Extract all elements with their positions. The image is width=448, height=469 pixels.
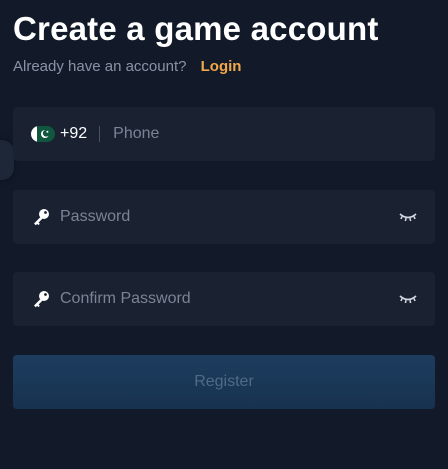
confirm-password-input[interactable] — [60, 290, 399, 308]
page-title: Create a game account — [13, 10, 379, 47]
key-icon — [34, 209, 49, 226]
login-prompt-text: Already have an account? — [13, 58, 187, 75]
phone-input[interactable] — [113, 125, 417, 143]
phone-divider — [99, 126, 101, 142]
key-icon — [34, 291, 49, 308]
pakistan-flag-icon[interactable] — [31, 126, 55, 142]
password-input[interactable] — [60, 208, 399, 226]
confirm-password-field[interactable] — [13, 272, 435, 326]
eye-closed-icon[interactable] — [399, 293, 417, 305]
phone-field[interactable]: +92 — [13, 107, 435, 161]
login-prompt: Already have an account? Login — [13, 58, 241, 75]
login-link[interactable]: Login — [201, 58, 242, 75]
register-button[interactable]: Register — [13, 355, 435, 409]
signup-page: Create a game account Already have an ac… — [0, 0, 448, 469]
country-dial-code[interactable]: +92 — [60, 125, 87, 143]
eye-closed-icon[interactable] — [399, 211, 417, 223]
side-drawer-handle[interactable] — [0, 140, 14, 180]
password-field[interactable] — [13, 190, 435, 244]
